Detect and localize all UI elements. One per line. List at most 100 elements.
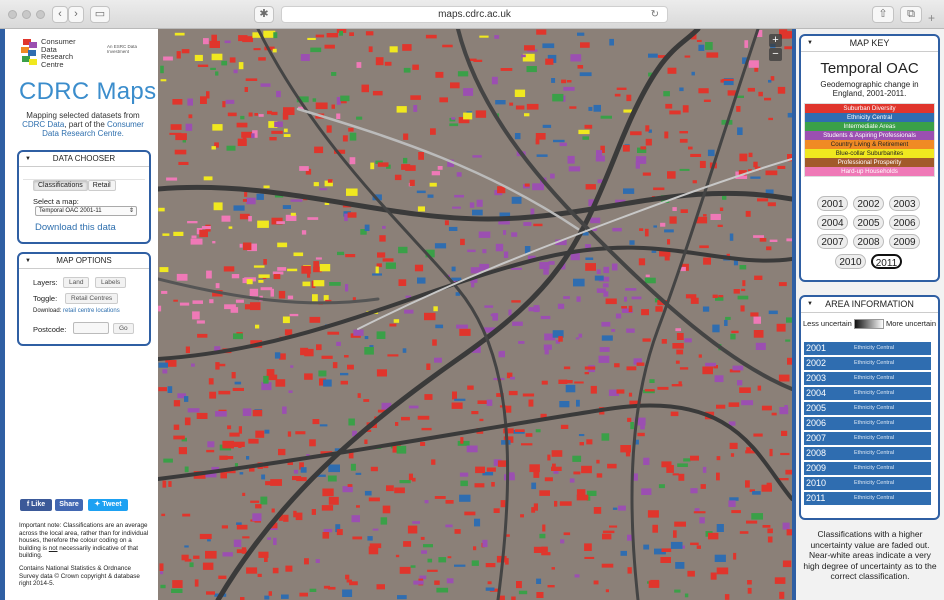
building-block xyxy=(336,113,341,119)
building-block xyxy=(273,537,277,545)
building-block xyxy=(699,245,709,249)
building-block xyxy=(651,250,657,253)
building-block xyxy=(596,473,603,478)
building-block xyxy=(347,212,357,218)
building-block xyxy=(238,62,244,70)
year-button-2001[interactable]: 2001 xyxy=(817,196,848,211)
labels-layer-button[interactable]: Labels xyxy=(94,277,127,288)
building-block xyxy=(271,130,283,134)
building-block xyxy=(573,471,581,475)
building-block xyxy=(641,488,652,495)
building-block xyxy=(652,524,658,533)
year-button-2011[interactable]: 2011 xyxy=(871,254,902,269)
building-block xyxy=(636,362,645,366)
land-layer-button[interactable]: Land xyxy=(63,277,90,288)
map-options-header[interactable]: ▼ MAP OPTIONS xyxy=(19,254,149,269)
building-block xyxy=(221,215,231,222)
facebook-share-button[interactable]: Share xyxy=(55,499,83,511)
map-canvas[interactable]: + − xyxy=(158,29,792,600)
building-block xyxy=(778,282,787,287)
building-block xyxy=(403,157,408,164)
minimize-window-button[interactable] xyxy=(22,10,31,19)
year-button-2005[interactable]: 2005 xyxy=(853,215,884,230)
building-block xyxy=(194,54,203,61)
layers-label: Layers: xyxy=(33,278,58,287)
building-block xyxy=(255,324,260,329)
go-button[interactable]: Go xyxy=(113,323,134,334)
building-block xyxy=(311,509,316,515)
building-block xyxy=(475,466,485,474)
share-button[interactable]: ⇧ xyxy=(872,6,894,23)
zoom-out-button[interactable]: − xyxy=(769,48,782,61)
year-button-2010[interactable]: 2010 xyxy=(835,254,866,269)
year-button-2006[interactable]: 2006 xyxy=(889,215,920,230)
map-tiles[interactable] xyxy=(158,29,792,600)
building-block xyxy=(771,412,777,416)
tabs-overview-button[interactable]: ⧉ xyxy=(900,6,922,23)
building-block xyxy=(351,515,360,523)
tab-retail[interactable]: Retail xyxy=(87,180,116,191)
building-block xyxy=(349,157,356,165)
address-bar[interactable]: maps.cdrc.ac.uk ↻ xyxy=(281,6,668,23)
building-block xyxy=(260,287,273,291)
left-sidebar: Consumer Data Research Centre An ESRC Da… xyxy=(0,29,158,600)
building-block xyxy=(184,396,189,402)
retail-locations-link[interactable]: retail centre locations xyxy=(63,308,120,314)
building-block xyxy=(332,362,338,369)
year-button-2002[interactable]: 2002 xyxy=(853,196,884,211)
reload-icon[interactable]: ↻ xyxy=(651,7,659,22)
facebook-like-button[interactable]: f Like xyxy=(20,499,52,511)
new-tab-button[interactable]: + xyxy=(928,11,935,25)
forward-button[interactable]: › xyxy=(68,6,84,23)
building-block xyxy=(396,106,407,113)
data-chooser-header[interactable]: ▼ DATA CHOOSER xyxy=(19,152,149,167)
building-block xyxy=(676,333,684,340)
year-button-2008[interactable]: 2008 xyxy=(853,234,884,249)
map-select[interactable]: Temporal OAC 2001-11 ⇕ xyxy=(35,206,137,216)
building-block xyxy=(240,115,245,120)
back-button[interactable]: ‹ xyxy=(52,6,68,23)
cdrc-data-link[interactable]: CDRC Data xyxy=(22,120,64,129)
building-block xyxy=(542,124,552,128)
year-button-2004[interactable]: 2004 xyxy=(817,215,848,230)
extension-button[interactable]: ✱ xyxy=(254,6,274,23)
building-block xyxy=(315,102,328,110)
year-button-2003[interactable]: 2003 xyxy=(889,196,920,211)
download-data-link[interactable]: Download this data xyxy=(35,222,116,233)
year-button-2007[interactable]: 2007 xyxy=(817,234,848,249)
building-block xyxy=(753,235,764,238)
year-button-2009[interactable]: 2009 xyxy=(889,234,920,249)
postcode-input[interactable] xyxy=(73,322,109,334)
zoom-window-button[interactable] xyxy=(36,10,45,19)
tweet-button[interactable]: ✦ Tweet xyxy=(88,499,128,511)
area-info-header[interactable]: ▼ AREA INFORMATION xyxy=(801,297,938,313)
retail-centres-toggle[interactable]: Retail Centres xyxy=(65,293,119,304)
building-block xyxy=(700,484,706,489)
building-block xyxy=(533,470,540,478)
building-block xyxy=(673,530,677,538)
zoom-in-button[interactable]: + xyxy=(769,34,782,47)
map-key-header[interactable]: ▼ MAP KEY xyxy=(801,36,938,52)
building-block xyxy=(739,531,749,534)
building-block xyxy=(582,136,589,140)
sidebar-toggle-button[interactable]: ▭ xyxy=(90,6,110,23)
building-block xyxy=(601,433,610,441)
building-block xyxy=(260,83,271,87)
building-block xyxy=(429,182,437,187)
close-window-button[interactable] xyxy=(8,10,17,19)
building-block xyxy=(277,267,287,271)
building-block xyxy=(451,277,462,281)
building-block xyxy=(702,366,713,375)
building-block xyxy=(579,442,584,446)
tab-classifications[interactable]: Classifications xyxy=(33,180,88,191)
building-block xyxy=(463,112,473,120)
tabs-icon: ⧉ xyxy=(907,8,915,20)
building-block xyxy=(552,93,564,102)
building-block xyxy=(572,455,582,462)
cdrc-logo[interactable]: Consumer Data Research Centre An ESRC Da… xyxy=(19,37,159,75)
building-block xyxy=(679,367,689,370)
building-block xyxy=(472,209,483,216)
building-block xyxy=(173,435,185,440)
building-block xyxy=(271,111,278,116)
row-class: Ethnicity Central xyxy=(854,480,895,486)
